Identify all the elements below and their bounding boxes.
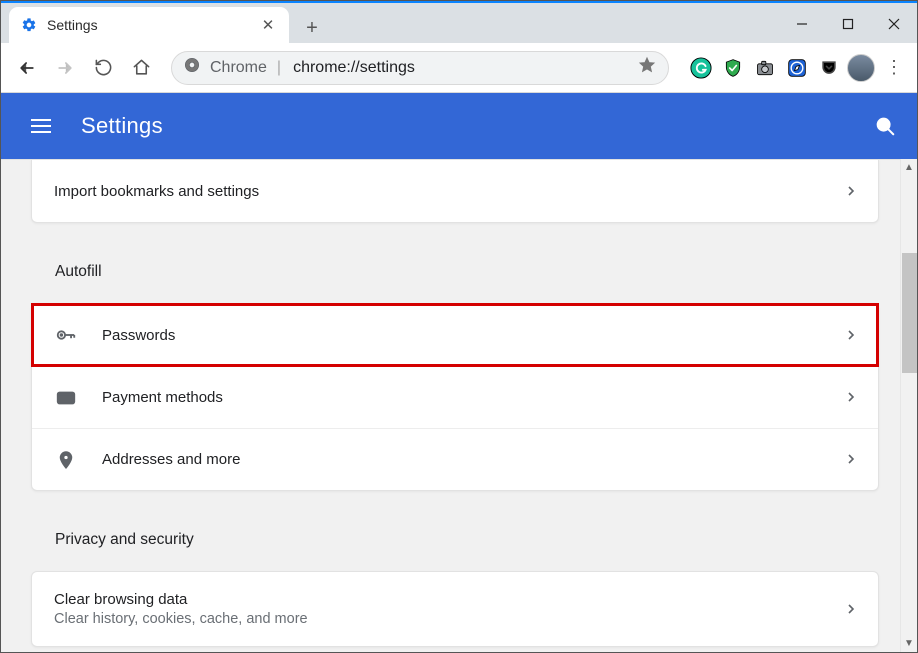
browser-tab[interactable]: Settings ✕ (9, 7, 289, 43)
chevron-right-icon (846, 183, 856, 200)
chevron-right-icon (846, 451, 856, 468)
privacy-section-title: Privacy and security (55, 531, 879, 549)
payment-methods-label: Payment methods (102, 389, 846, 406)
minimize-button[interactable] (779, 8, 825, 40)
forward-button (49, 52, 81, 84)
gear-icon (21, 17, 37, 33)
import-bookmarks-label: Import bookmarks and settings (54, 183, 846, 200)
back-button[interactable] (11, 52, 43, 84)
settings-header: Settings (1, 93, 917, 159)
clear-browsing-data-label: Clear browsing data (54, 591, 308, 608)
browser-menu-icon[interactable]: ⋮ (881, 52, 907, 84)
close-window-button[interactable] (871, 8, 917, 40)
omnibox-separator: | (277, 59, 281, 77)
import-bookmarks-row[interactable]: Import bookmarks and settings (32, 160, 878, 222)
tab-title: Settings (47, 17, 259, 33)
compass-icon[interactable] (785, 56, 809, 80)
window-titlebar: Settings ✕ + (1, 1, 917, 43)
clear-browsing-data-row[interactable]: Clear browsing data Clear history, cooki… (32, 572, 878, 646)
chevron-right-icon (846, 389, 856, 406)
search-icon[interactable] (867, 108, 903, 144)
autofill-card: Passwords Payment methods (31, 303, 879, 491)
bookmark-star-icon[interactable] (638, 56, 656, 79)
location-pin-icon (54, 448, 78, 472)
camera-icon[interactable] (753, 56, 777, 80)
grammarly-icon[interactable] (689, 56, 713, 80)
scroll-up-icon[interactable]: ▲ (901, 159, 917, 176)
home-button[interactable] (125, 52, 157, 84)
addresses-label: Addresses and more (102, 451, 846, 468)
page-title: Settings (81, 113, 163, 139)
hamburger-menu-icon[interactable] (31, 112, 59, 140)
passwords-row[interactable]: Passwords (32, 304, 878, 366)
shield-icon[interactable] (721, 56, 745, 80)
omnibox-url: chrome://settings (293, 59, 638, 77)
content-wrap: Import bookmarks and settings Autofill P… (1, 159, 917, 652)
chevron-right-icon (846, 601, 856, 618)
addresses-row[interactable]: Addresses and more (32, 428, 878, 490)
extensions-bar (689, 56, 841, 80)
people-card: Import bookmarks and settings (31, 160, 879, 223)
address-bar[interactable]: Chrome | chrome://settings (171, 51, 669, 85)
autofill-section-title: Autofill (55, 263, 879, 281)
key-icon (54, 323, 78, 347)
new-tab-button[interactable]: + (297, 13, 327, 43)
payment-methods-row[interactable]: Payment methods (32, 366, 878, 428)
scrollbar[interactable]: ▲ ▼ (900, 159, 917, 652)
maximize-button[interactable] (825, 8, 871, 40)
scroll-down-icon[interactable]: ▼ (901, 635, 917, 652)
window-controls (779, 5, 917, 43)
passwords-label: Passwords (102, 327, 846, 344)
reload-button[interactable] (87, 52, 119, 84)
settings-content: Import bookmarks and settings Autofill P… (1, 159, 900, 652)
chevron-right-icon (846, 327, 856, 344)
scroll-thumb[interactable] (902, 253, 917, 373)
profile-avatar[interactable] (847, 54, 875, 82)
credit-card-icon (54, 386, 78, 410)
chrome-logo-icon (184, 57, 200, 78)
clear-browsing-data-sub: Clear history, cookies, cache, and more (54, 611, 308, 627)
omnibox-site: Chrome (210, 59, 267, 77)
browser-toolbar: Chrome | chrome://settings ⋮ (1, 43, 917, 93)
privacy-card: Clear browsing data Clear history, cooki… (31, 571, 879, 647)
pocket-icon[interactable] (817, 56, 841, 80)
close-tab-icon[interactable]: ✕ (259, 16, 277, 34)
